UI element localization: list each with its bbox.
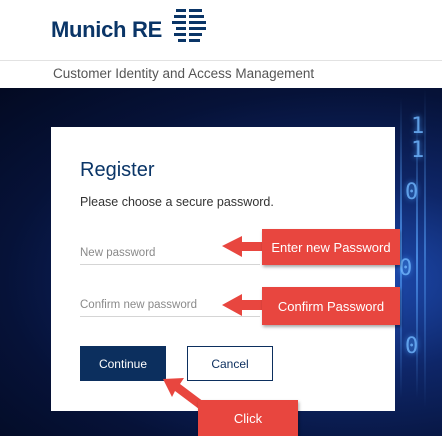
callout-enter-password: Enter new Password <box>262 229 400 265</box>
confirm-password-input[interactable] <box>80 293 260 317</box>
callout-confirm-password: Confirm Password <box>262 287 400 325</box>
binary-digit: 1 <box>411 114 425 139</box>
register-card: Register Please choose a secure password… <box>51 127 395 411</box>
binary-digit: 0 <box>405 180 419 205</box>
light-streak <box>400 98 402 398</box>
new-password-input[interactable] <box>80 241 260 265</box>
cancel-button[interactable]: Cancel <box>187 346 273 381</box>
app-subtitle: Customer Identity and Access Management <box>53 66 315 81</box>
header-divider <box>0 60 442 61</box>
binary-digit: 1 <box>411 138 425 163</box>
light-streak <box>424 88 426 408</box>
munich-re-logo-icon <box>172 7 206 43</box>
binary-digit: 0 <box>399 256 413 281</box>
callout-click: Click <box>198 400 298 436</box>
page: Munich RE Customer Identity and Access M… <box>0 0 442 436</box>
continue-button[interactable]: Continue <box>80 346 166 381</box>
page-title: Register <box>80 159 155 181</box>
brand-logo-text: Munich RE <box>51 17 162 42</box>
binary-digit: 0 <box>405 334 419 359</box>
register-description: Please choose a secure password. <box>80 195 274 209</box>
header: Munich RE <box>0 0 442 60</box>
